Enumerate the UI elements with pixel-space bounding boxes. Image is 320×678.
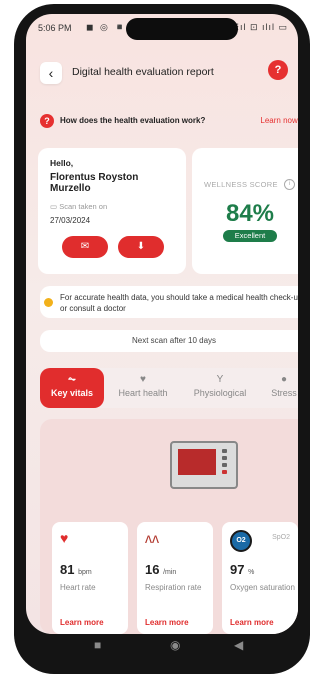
vital-label: Heart rate (60, 583, 96, 592)
heart-icon: ♥ (140, 374, 146, 385)
tab-label: Physiological (193, 388, 247, 398)
learn-now-link[interactable]: Learn now → (260, 116, 298, 125)
unit: /min (163, 569, 177, 576)
unit: % (248, 569, 255, 576)
key-vitals-panel: ♥ 81 bpm Heart rate Learn more ᴧᴧ 16 /mi… (40, 419, 298, 634)
tab-key-vitals[interactable]: ⏦ Key vitals (40, 368, 104, 408)
value: 97 (230, 562, 245, 577)
tab-label: Key vitals (50, 388, 94, 398)
wellness-status-badge: Excellent (223, 230, 277, 242)
monitor-illustration (170, 441, 238, 489)
user-card: Hello, Florentus Royston Murzello ▭ Scan… (38, 148, 186, 274)
monitor-knob (222, 470, 227, 474)
lungs-icon: ᴧᴧ (145, 530, 159, 546)
scan-label: ▭ Scan taken on (50, 202, 107, 211)
tab-stress[interactable]: ● Stress (262, 368, 298, 408)
oxygen-saturation-card[interactable]: O2 SpO2 97 % Oxygen saturation Learn mor… (222, 522, 298, 634)
help-icon[interactable]: ? (268, 60, 288, 80)
mail-icon: ✉ (80, 241, 90, 252)
greeting: Hello, (50, 158, 74, 168)
info-icon[interactable]: i (284, 179, 295, 190)
wellness-label: WELLNESS SCORE (204, 180, 278, 189)
monitor-screen (178, 449, 216, 475)
notice-text: For accurate health data, you should tak… (60, 293, 298, 313)
home-button[interactable]: ◉ (170, 638, 180, 652)
tab-label: Heart health (118, 388, 168, 398)
vital-value: 97 % (230, 562, 254, 577)
wellness-card: WELLNESS SCORE i 84% Excellent (192, 148, 298, 274)
value: 81 (60, 562, 75, 577)
learn-more-link[interactable]: Learn more (230, 618, 274, 627)
download-report-button[interactable]: ⬇ (118, 236, 164, 258)
oxygen-icon: O2 (230, 530, 252, 552)
learn-more-link[interactable]: Learn more (145, 618, 189, 627)
vital-value: 16 /min (145, 562, 176, 577)
screen: 5:06 PM ◼ ◎ ◾ ⊡ ☰ıl ⊡ ılıl ▭ ‹ Digital h… (26, 14, 298, 634)
how-question: How does the health evaluation work? (60, 116, 206, 125)
tab-physiological[interactable]: Y Physiological (182, 368, 258, 408)
spo2-tag: SpO2 (272, 534, 290, 541)
monitor-knob (222, 456, 227, 460)
camera-notch (126, 18, 238, 40)
status-left-icons: ◼ ◎ ◾ (86, 22, 128, 32)
physio-icon: Y (216, 374, 224, 385)
stress-icon: ● (280, 374, 288, 385)
tab-label: Stress (271, 388, 297, 398)
header: ‹ Digital health evaluation report ? (26, 60, 298, 88)
vital-label: Oxygen saturation (230, 583, 295, 592)
email-report-button[interactable]: ✉ (62, 236, 108, 258)
calendar-icon: ▭ (50, 202, 58, 211)
scan-date: 27/03/2024 (50, 216, 91, 225)
how-it-works-row: ? How does the health evaluation work? L… (40, 112, 298, 132)
status-time: 5:06 PM (38, 23, 72, 33)
value: 16 (145, 562, 160, 577)
user-name: Florentus Royston Murzello (50, 172, 139, 194)
respiration-rate-card[interactable]: ᴧᴧ 16 /min Respiration rate Learn more (137, 522, 213, 634)
scan-label-text: Scan taken on (59, 202, 108, 211)
warning-dot-icon (44, 298, 53, 307)
monitor-knob (222, 449, 227, 453)
wellness-score: 84% (225, 200, 275, 227)
next-scan-banner: Next scan after 10 days (40, 330, 298, 352)
question-icon: ? (40, 114, 54, 128)
heart-icon: ♥ (60, 530, 69, 546)
vital-value: 81 bpm (60, 562, 92, 577)
back-button[interactable]: ‹ (40, 62, 62, 84)
tab-heart-health[interactable]: ♥ Heart health (108, 368, 178, 408)
unit: bpm (78, 569, 92, 576)
monitor-knob (222, 463, 227, 467)
download-icon: ⬇ (136, 241, 146, 252)
pulse-icon: ⏦ (67, 374, 77, 385)
vitals-tabs: ⏦ Key vitals ♥ Heart health Y Physiologi… (40, 368, 298, 408)
vital-label: Respiration rate (145, 583, 202, 592)
learn-more-link[interactable]: Learn more (60, 618, 104, 627)
heart-rate-card[interactable]: ♥ 81 bpm Heart rate Learn more (52, 522, 128, 634)
nav-back-button[interactable]: ◀ (234, 638, 243, 652)
accuracy-notice: For accurate health data, you should tak… (40, 286, 298, 318)
page-title: Digital health evaluation report (72, 66, 214, 78)
recents-button[interactable]: ■ (94, 638, 101, 652)
system-nav-bar: ■ ◉ ◀ (26, 634, 298, 666)
